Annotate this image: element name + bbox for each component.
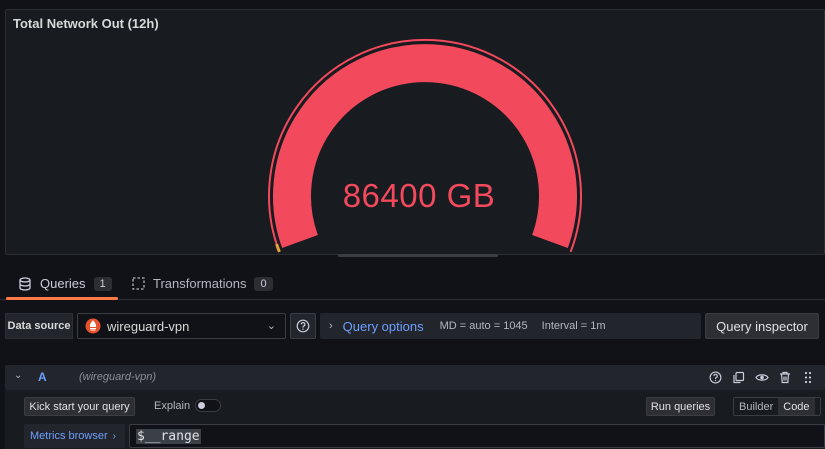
explain-label: Explain [154, 400, 191, 412]
drag-handle-icon[interactable] [800, 370, 815, 385]
mode-builder[interactable]: Builder [734, 398, 778, 415]
query-options-md: MD = auto = 1045 [439, 320, 528, 332]
panel-resize-handle[interactable] [338, 254, 498, 257]
prometheus-icon [85, 318, 101, 334]
query-options-title: Query options [342, 318, 424, 334]
chevron-right-icon: › [329, 320, 333, 332]
explain-toggle[interactable] [195, 399, 221, 412]
chevron-down-icon: ⌄ [266, 320, 276, 332]
query-options-interval: Interval = 1m [541, 320, 606, 332]
query-expression-input[interactable]: $__range [129, 424, 825, 448]
tab-queries-label: Queries [40, 276, 86, 291]
chevron-right-icon: › [112, 430, 116, 442]
tab-transformations-label: Transformations [153, 276, 247, 291]
mode-code[interactable]: Code [778, 398, 815, 415]
metrics-browser-button[interactable]: Metrics browser › [24, 424, 125, 448]
help-icon[interactable] [708, 370, 723, 385]
trash-icon[interactable] [777, 370, 792, 385]
tab-queries[interactable]: Queries 1 [18, 268, 112, 299]
editor-mode-group: Builder Code [733, 397, 821, 416]
gauge-threshold-start [275, 243, 281, 253]
gauge-chart [268, 38, 582, 253]
tab-queries-count: 1 [93, 276, 112, 291]
tab-transformations-count: 0 [254, 276, 273, 291]
duplicate-icon[interactable] [731, 370, 746, 385]
datasource-help-button[interactable] [290, 313, 316, 339]
metrics-browser-label: Metrics browser [30, 430, 108, 442]
database-icon [18, 276, 32, 291]
gauge-value: 86400 GB [342, 177, 496, 214]
active-tab-indicator [6, 297, 118, 300]
query-inspector-button[interactable]: Query inspector [705, 313, 819, 339]
query-row-header: ⌄ A (wireguard-vpn) [5, 365, 825, 390]
run-queries-button[interactable]: Run queries [646, 397, 715, 416]
datasource-select[interactable]: wireguard-vpn ⌄ [77, 313, 286, 339]
transform-icon [131, 277, 145, 291]
query-datasource-name: (wireguard-vpn) [79, 371, 157, 383]
datasource-label: Data source [5, 313, 73, 339]
question-circle-icon [296, 319, 310, 333]
query-expression-text: $__range [136, 428, 201, 444]
toggle-knob [198, 402, 205, 409]
kick-start-button[interactable]: Kick start your query [24, 397, 135, 416]
query-editor: Kick start your query Explain Run querie… [5, 390, 825, 449]
eye-icon[interactable] [754, 370, 769, 385]
query-options-toggle[interactable]: › Query options MD = auto = 1045 Interva… [320, 313, 701, 339]
datasource-row: Data source wireguard-vpn ⌄ › Query opti… [5, 313, 825, 339]
collapse-chevron-icon[interactable]: ⌄ [14, 370, 22, 381]
datasource-selected: wireguard-vpn [107, 318, 190, 334]
query-row-actions [708, 370, 815, 385]
tab-transformations[interactable]: Transformations 0 [131, 268, 273, 299]
query-ref-id[interactable]: A [38, 370, 47, 384]
query-tabs: Queries 1 Transformations 0 [0, 268, 825, 300]
